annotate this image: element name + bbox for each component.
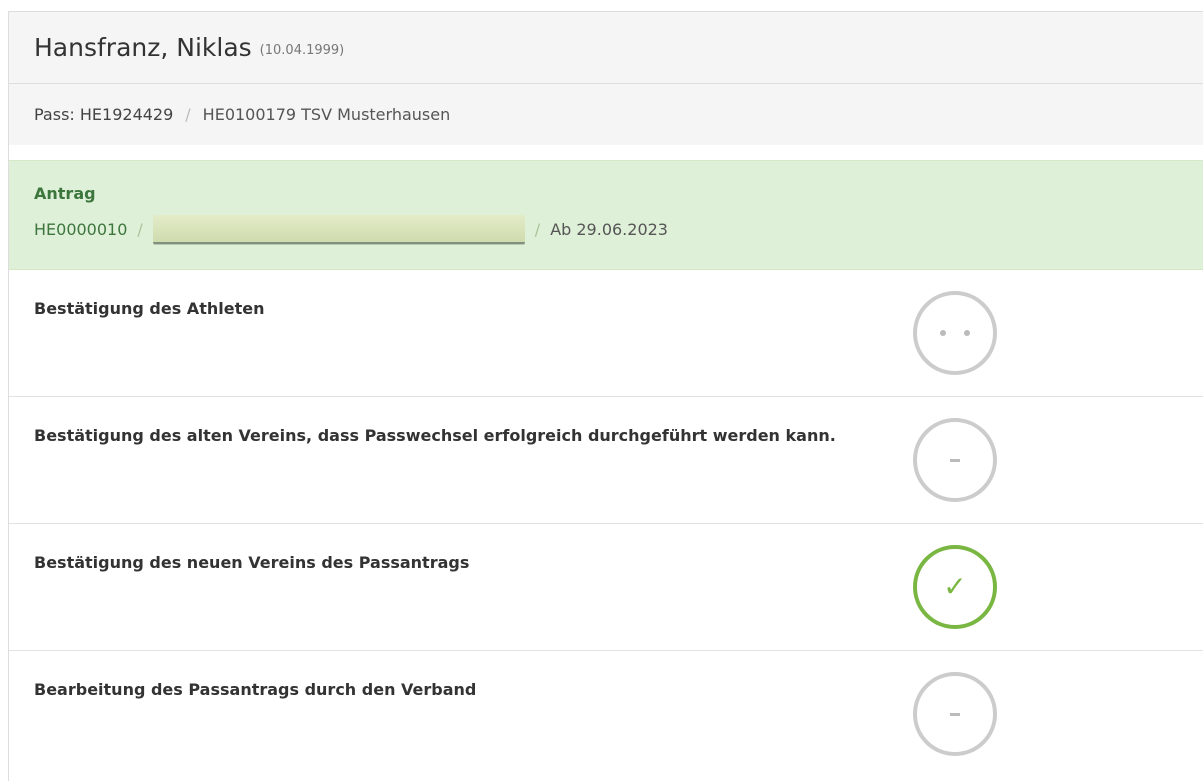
redacted-club-name bbox=[152, 215, 525, 244]
step-label: Bearbeitung des Passantrags durch den Ve… bbox=[34, 680, 477, 699]
pass-number: Pass: HE1924429 bbox=[34, 105, 174, 124]
antrag-separator-2: / bbox=[534, 220, 541, 239]
pass-separator: / bbox=[185, 105, 191, 124]
pass-info: Pass: HE1924429 / HE0100179 TSV Musterha… bbox=[9, 84, 1203, 145]
antrag-date: Ab 29.06.2023 bbox=[550, 220, 668, 239]
pass-request-panel: Hansfranz, Niklas (10.04.1999) Pass: HE1… bbox=[8, 11, 1203, 781]
step-new-club-confirmation: Bestätigung des neuen Vereins des Passan… bbox=[9, 524, 1203, 651]
step-label: Bestätigung des neuen Vereins des Passan… bbox=[34, 553, 470, 572]
step-old-club-confirmation: Bestätigung des alten Vereins, dass Pass… bbox=[9, 397, 1203, 524]
antrag-section: Antrag HE0000010 / / Ab 29.06.2023 bbox=[9, 160, 1203, 270]
athlete-name: Hansfranz, Niklas bbox=[34, 33, 252, 62]
pending-status-icon bbox=[913, 291, 997, 375]
athlete-header: Hansfranz, Niklas (10.04.1999) bbox=[9, 12, 1203, 84]
step-label: Bestätigung des Athleten bbox=[34, 299, 265, 318]
checkmark-icon: ✓ bbox=[943, 570, 967, 603]
open-status-icon bbox=[913, 672, 997, 756]
step-label: Bestätigung des alten Vereins, dass Pass… bbox=[34, 426, 836, 445]
open-status-icon bbox=[913, 418, 997, 502]
antrag-title: Antrag bbox=[34, 184, 96, 203]
antrag-details: HE0000010 / / Ab 29.06.2023 bbox=[34, 215, 1203, 244]
step-association-processing: Bearbeitung des Passantrags durch den Ve… bbox=[9, 651, 1203, 778]
athlete-birthdate: (10.04.1999) bbox=[259, 43, 345, 58]
check-status-icon: ✓ bbox=[913, 545, 997, 629]
step-athlete-confirmation: Bestätigung des Athleten bbox=[9, 270, 1203, 397]
antrag-code: HE0000010 bbox=[34, 220, 128, 239]
pass-club: HE0100179 TSV Musterhausen bbox=[202, 105, 451, 124]
antrag-separator-1: / bbox=[137, 220, 143, 239]
